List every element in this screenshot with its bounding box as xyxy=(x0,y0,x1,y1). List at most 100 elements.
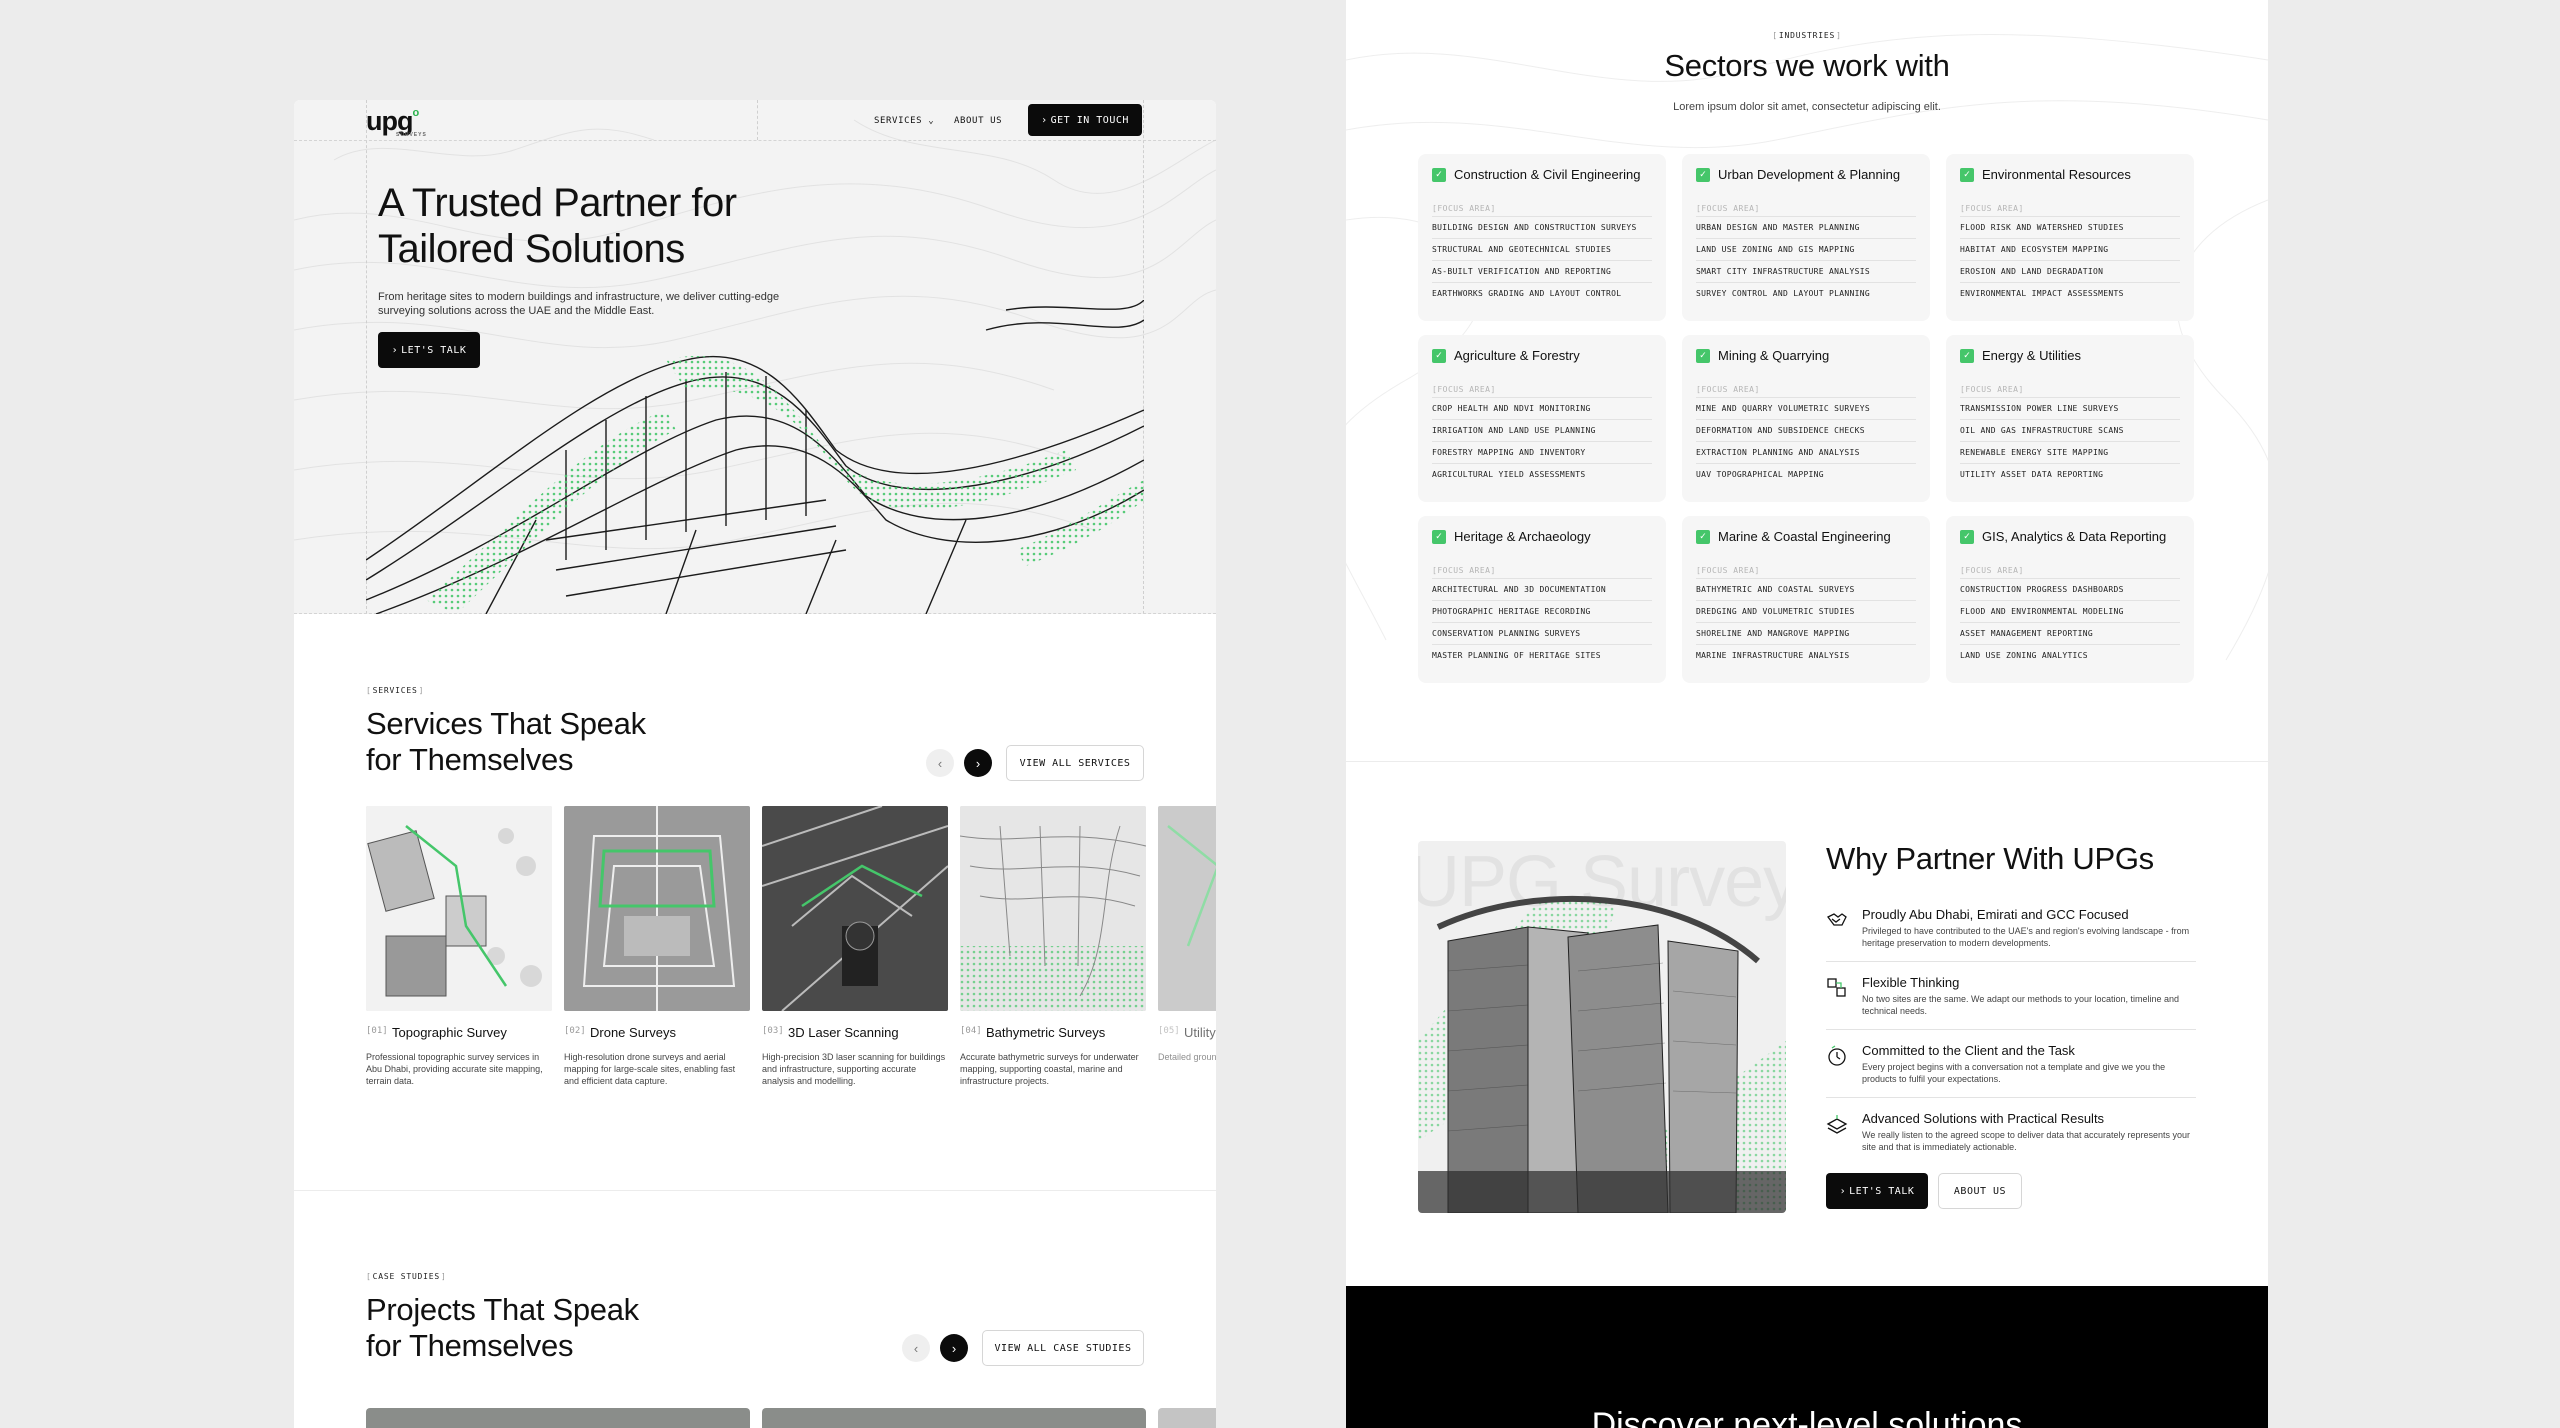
sector-card[interactable]: ✓ Mining & Quarrying [FOCUS AREA] MINE AN… xyxy=(1682,335,1930,502)
sector-header: ✓ Mining & Quarrying xyxy=(1696,348,1829,363)
view-all-case-studies-button[interactable]: VIEW ALL CASE STUDIES xyxy=(982,1330,1144,1366)
sector-focus-list: ARCHITECTURAL AND 3D DOCUMENTATION PHOTO… xyxy=(1432,578,1652,666)
logo[interactable]: upgo SURVEYS xyxy=(366,106,426,138)
sector-card[interactable]: ✓ Urban Development & Planning [FOCUS ARE… xyxy=(1682,154,1930,321)
check-icon: ✓ xyxy=(1432,167,1446,182)
focus-item: EARTHWORKS GRADING AND LAYOUT CONTROL xyxy=(1432,282,1652,304)
view-all-services-button[interactable]: VIEW ALL SERVICES xyxy=(1006,745,1144,781)
get-in-touch-button[interactable]: › GET IN TOUCH xyxy=(1028,104,1142,136)
card-title: Drone Surveys xyxy=(590,1025,676,1040)
sector-focus-list: CONSTRUCTION PROGRESS DASHBOARDS FLOOD A… xyxy=(1960,578,2180,666)
sector-header: ✓ Construction & Civil Engineering xyxy=(1432,167,1640,182)
case-studies-title-line1: Projects That Speak xyxy=(366,1292,639,1327)
why-item-title: Committed to the Client and the Task xyxy=(1862,1043,2075,1058)
focus-item: SMART CITY INFRASTRUCTURE ANALYSIS xyxy=(1696,260,1916,282)
hero-title: A Trusted Partner for Tailored Solutions xyxy=(378,181,737,271)
focus-item: EXTRACTION PLANNING AND ANALYSIS xyxy=(1696,441,1916,463)
carousel-next-button[interactable]: › xyxy=(964,749,992,777)
case-studies-title-line2: for Themselves xyxy=(366,1328,574,1363)
bridge-illustration xyxy=(366,300,1144,614)
focus-item: IRRIGATION AND LAND USE PLANNING xyxy=(1432,419,1652,441)
sector-name: Heritage & Archaeology xyxy=(1454,529,1591,544)
service-card[interactable]: [01] Topographic Survey Professional top… xyxy=(366,806,552,1086)
nav-services-label: SERVICES xyxy=(874,116,923,126)
focus-item: ASSET MANAGEMENT REPORTING xyxy=(1960,622,2180,644)
service-card[interactable]: [04] Bathymetric Surveys Accurate bathym… xyxy=(960,806,1146,1086)
focus-item: MASTER PLANNING OF HERITAGE SITES xyxy=(1432,644,1652,666)
logo-mark: o xyxy=(412,107,419,119)
sector-card[interactable]: ✓ Energy & Utilities [FOCUS AREA] TRANSMI… xyxy=(1946,335,2194,502)
case-study-card[interactable] xyxy=(762,1408,1146,1428)
industries-title: Sectors we work with xyxy=(1664,48,1950,83)
why-about-us-button[interactable]: ABOUT US xyxy=(1938,1173,2022,1209)
service-card[interactable]: [05] Utility Detailed ground utilities f… xyxy=(1158,806,1216,1062)
focus-area-label: [FOCUS AREA] xyxy=(1432,385,1496,394)
focus-area-label: [FOCUS AREA] xyxy=(1960,566,2024,575)
sector-card[interactable]: ✓ Construction & Civil Engineering [FOCUS… xyxy=(1418,154,1666,321)
sector-name: Marine & Coastal Engineering xyxy=(1718,529,1891,544)
focus-item: AS-BUILT VERIFICATION AND REPORTING xyxy=(1432,260,1652,282)
footer-cta-section: Discover next-level solutions xyxy=(1346,1286,2268,1428)
focus-item: DEFORMATION AND SUBSIDENCE CHECKS xyxy=(1696,419,1916,441)
sector-header: ✓ GIS, Analytics & Data Reporting xyxy=(1960,529,2166,544)
focus-item: LAND USE ZONING AND GIS MAPPING xyxy=(1696,238,1916,260)
service-card[interactable]: [03] 3D Laser Scanning High-precision 3D… xyxy=(762,806,948,1086)
card-description: Accurate bathymetric surveys for underwa… xyxy=(960,1052,1139,1086)
industries-subtitle: Lorem ipsum dolor sit amet, consectetur … xyxy=(1673,101,1941,113)
focus-item: FLOOD AND ENVIRONMENTAL MODELING xyxy=(1960,600,2180,622)
focus-item: ARCHITECTURAL AND 3D DOCUMENTATION xyxy=(1432,578,1652,600)
sector-focus-list: TRANSMISSION POWER LINE SURVEYS OIL AND … xyxy=(1960,397,2180,485)
service-card[interactable]: [02] Drone Surveys High-resolution drone… xyxy=(564,806,750,1086)
card-description: Detailed ground utilities for planning a… xyxy=(1158,1052,1216,1062)
hero-section: upgo SURVEYS SERVICES ⌄ ABOUT US › GET IN … xyxy=(294,100,1216,614)
footer-title: Discover next-level solutions xyxy=(1591,1406,2023,1428)
sector-focus-list: CROP HEALTH AND NDVI MONITORING IRRIGATI… xyxy=(1432,397,1652,485)
sector-header: ✓ Environmental Resources xyxy=(1960,167,2131,182)
focus-item: SHORELINE AND MANGROVE MAPPING xyxy=(1696,622,1916,644)
service-card-image xyxy=(762,806,948,1011)
case-study-card[interactable] xyxy=(1158,1408,1216,1428)
industries-tag-wrap: INDUSTRIES xyxy=(1346,25,2268,43)
focus-item: OIL AND GAS INFRASTRUCTURE SCANS xyxy=(1960,419,2180,441)
nav-services[interactable]: SERVICES ⌄ xyxy=(874,116,934,126)
case-prev-button[interactable]: ‹ xyxy=(902,1334,930,1362)
service-card-image xyxy=(1158,806,1216,1011)
card-number: [05] xyxy=(1158,1026,1180,1036)
logo-subtitle: SURVEYS xyxy=(396,132,427,138)
chevron-right-icon: › xyxy=(1041,114,1048,126)
sector-card[interactable]: ✓ Environmental Resources [FOCUS AREA] FL… xyxy=(1946,154,2194,321)
why-item-desc: We really listen to the agreed scope to … xyxy=(1862,1130,2191,1152)
case-study-card[interactable] xyxy=(366,1408,750,1428)
check-icon: ✓ xyxy=(1696,167,1710,182)
focus-item: BUILDING DESIGN AND CONSTRUCTION SURVEYS xyxy=(1432,216,1652,238)
sector-name: Energy & Utilities xyxy=(1982,348,2081,363)
sector-header: ✓ Energy & Utilities xyxy=(1960,348,2081,363)
grid-line xyxy=(294,140,1216,141)
chevron-left-icon: ‹ xyxy=(937,755,943,771)
why-lets-talk-button[interactable]: › LET'S TALK xyxy=(1826,1173,1928,1209)
case-studies-title: Projects That Speak for Themselves xyxy=(366,1292,639,1364)
nav-about[interactable]: ABOUT US xyxy=(954,116,1002,126)
check-icon: ✓ xyxy=(1960,529,1974,544)
focus-item: BATHYMETRIC AND COASTAL SURVEYS xyxy=(1696,578,1916,600)
focus-area-label: [FOCUS AREA] xyxy=(1960,385,2024,394)
focus-area-label: [FOCUS AREA] xyxy=(1432,204,1496,213)
sector-focus-list: MINE AND QUARRY VOLUMETRIC SURVEYS DEFOR… xyxy=(1696,397,1916,485)
focus-item: STRUCTURAL AND GEOTECHNICAL STUDIES xyxy=(1432,238,1652,260)
focus-item: CONSTRUCTION PROGRESS DASHBOARDS xyxy=(1960,578,2180,600)
why-partner-image: UPG Surveyi xyxy=(1418,841,1786,1213)
focus-area-label: [FOCUS AREA] xyxy=(1696,385,1760,394)
section-divider xyxy=(294,1190,1216,1191)
card-number: [02] xyxy=(564,1026,586,1036)
handshake-icon xyxy=(1827,913,1847,926)
sector-card[interactable]: ✓ GIS, Analytics & Data Reporting [FOCUS … xyxy=(1946,516,2194,683)
sector-focus-list: URBAN DESIGN AND MASTER PLANNING LAND US… xyxy=(1696,216,1916,304)
sector-card[interactable]: ✓ Heritage & Archaeology [FOCUS AREA] ARC… xyxy=(1418,516,1666,683)
divider xyxy=(1826,961,2196,962)
check-icon: ✓ xyxy=(1432,529,1446,544)
services-title: Services That Speak for Themselves xyxy=(366,706,646,778)
case-next-button[interactable]: › xyxy=(940,1334,968,1362)
carousel-prev-button[interactable]: ‹ xyxy=(926,749,954,777)
sector-card[interactable]: ✓ Marine & Coastal Engineering [FOCUS ARE… xyxy=(1682,516,1930,683)
sector-card[interactable]: ✓ Agriculture & Forestry [FOCUS AREA] CRO… xyxy=(1418,335,1666,502)
